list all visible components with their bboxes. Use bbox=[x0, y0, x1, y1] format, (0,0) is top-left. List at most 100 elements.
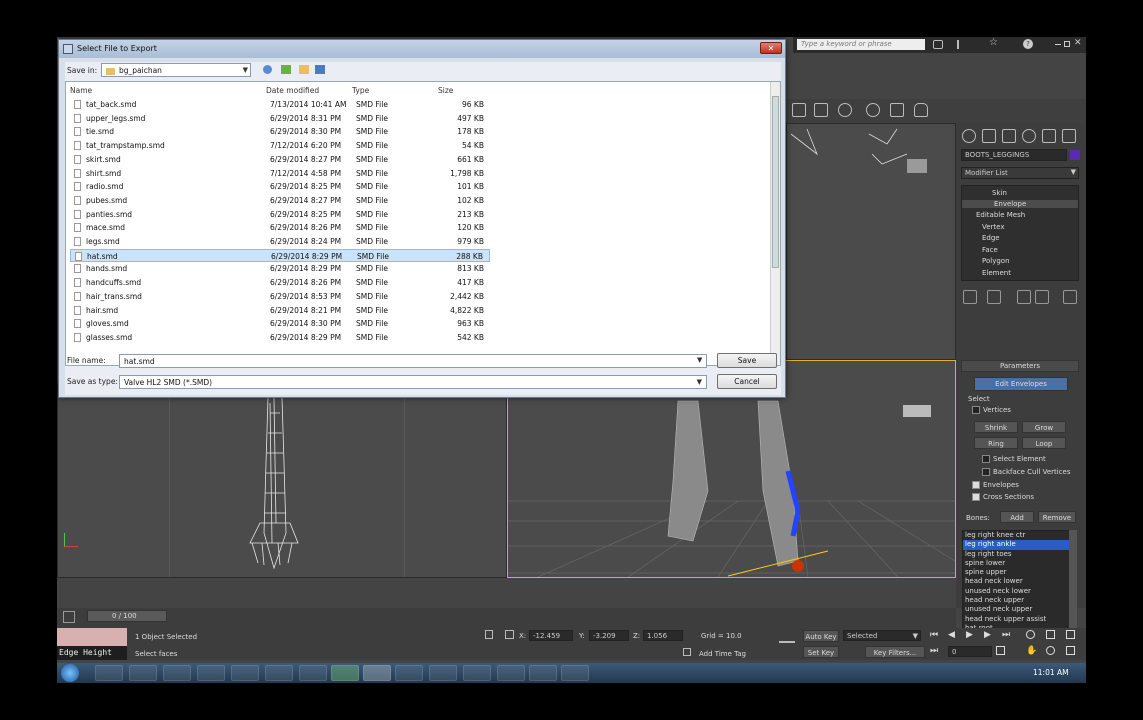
previous-frame-icon[interactable]: ◀ bbox=[948, 630, 955, 640]
tray-icons[interactable] bbox=[943, 668, 1023, 678]
stack-item-edge[interactable]: Edge bbox=[982, 234, 1000, 242]
taskbar-app10-icon[interactable] bbox=[395, 665, 423, 681]
column-header-type[interactable]: Type bbox=[352, 86, 369, 95]
maxscript-input[interactable]: Edge Height bbox=[57, 646, 127, 660]
pan-icon[interactable]: ✋ bbox=[1026, 646, 1037, 656]
bone-list-item[interactable]: spine upper bbox=[963, 568, 1075, 577]
save-as-type-dropdown[interactable]: Valve HL2 SMD (*.SMD) ▼ bbox=[119, 375, 707, 389]
bone-list-item[interactable]: unused neck lower bbox=[963, 587, 1075, 596]
bone-list-item[interactable]: leg right toes bbox=[963, 550, 1075, 559]
absolute-mode-icon[interactable] bbox=[505, 630, 514, 639]
column-header-name[interactable]: Name bbox=[70, 86, 92, 95]
selected-dropdown[interactable]: Selected ▼ bbox=[843, 630, 921, 641]
chevron-down-icon[interactable]: ▼ bbox=[697, 356, 702, 364]
taskbar-app8-icon[interactable] bbox=[331, 665, 359, 681]
file-row[interactable]: tat_back.smd 7/13/2014 10:41 AM SMD File 96… bbox=[70, 98, 490, 112]
column-header-date[interactable]: Date modified bbox=[266, 86, 319, 95]
up-folder-icon[interactable] bbox=[281, 65, 291, 74]
mini-curve-icon[interactable] bbox=[63, 611, 75, 623]
envelopes-checkbox[interactable]: Envelopes bbox=[972, 481, 1019, 489]
modify-tab-icon[interactable] bbox=[982, 129, 996, 143]
set-key-button[interactable]: Set Key bbox=[803, 646, 839, 658]
object-color-swatch[interactable] bbox=[1070, 150, 1080, 160]
viewport-top-right[interactable] bbox=[786, 123, 956, 360]
utilities-tab-icon[interactable] bbox=[1062, 129, 1076, 143]
backface-cull-checkbox[interactable]: Backface Cull Vertices bbox=[982, 468, 1071, 476]
fov-icon[interactable] bbox=[1066, 646, 1075, 655]
stack-item-envelope[interactable]: Envelope bbox=[962, 200, 1078, 208]
binoculars-icon[interactable] bbox=[933, 40, 943, 49]
lock-selection-icon[interactable] bbox=[485, 630, 493, 639]
file-row[interactable]: handcuffs.smd 6/29/2014 8:26 PM SMD File 41… bbox=[70, 276, 490, 290]
time-tag-icon[interactable] bbox=[683, 648, 691, 656]
taskbar-steam-icon[interactable] bbox=[197, 665, 225, 681]
file-row[interactable]: hands.smd 6/29/2014 8:29 PM SMD File 813 KB bbox=[70, 262, 490, 276]
back-icon[interactable] bbox=[263, 65, 272, 74]
render-icon[interactable] bbox=[838, 103, 852, 117]
show-end-result-icon[interactable] bbox=[987, 290, 1001, 304]
stack-item-skin[interactable]: Skin bbox=[992, 189, 1007, 197]
stack-item-vertex[interactable]: Vertex bbox=[982, 223, 1005, 231]
file-row[interactable]: legs.smd 6/29/2014 8:24 PM SMD File 979 KB bbox=[70, 235, 490, 249]
time-config-icon[interactable] bbox=[996, 646, 1005, 655]
file-row[interactable]: radio.smd 6/29/2014 8:25 PM SMD File 101 KB bbox=[70, 180, 490, 194]
taskbar-app14-icon[interactable] bbox=[529, 665, 557, 681]
stack-item-editable-mesh[interactable]: Editable Mesh bbox=[976, 211, 1025, 219]
parameters-rollout[interactable]: Parameters bbox=[961, 360, 1079, 372]
stack-item-element[interactable]: Element bbox=[982, 269, 1011, 277]
render-setup-icon[interactable] bbox=[792, 103, 806, 117]
taskbar-3dsmax-icon[interactable] bbox=[363, 665, 391, 681]
viewport-front[interactable] bbox=[57, 382, 507, 578]
maxscript-listener[interactable] bbox=[57, 628, 127, 646]
taskbar-explorer-icon[interactable] bbox=[129, 665, 157, 681]
list-scrollbar[interactable] bbox=[770, 82, 780, 365]
column-header-size[interactable]: Size bbox=[438, 86, 453, 95]
remove-bone-button[interactable]: Remove bbox=[1038, 511, 1076, 523]
taskbar-chrome-icon[interactable] bbox=[95, 665, 123, 681]
add-bone-button[interactable]: Add bbox=[1000, 511, 1034, 523]
maximize-viewport-icon[interactable] bbox=[1066, 630, 1075, 639]
file-name-input[interactable]: hat.smd bbox=[119, 354, 707, 368]
z-coordinate-field[interactable]: 1.056 bbox=[643, 630, 683, 641]
close-icon[interactable]: ✕ bbox=[1074, 38, 1082, 48]
y-coordinate-field[interactable]: -3.209 bbox=[589, 630, 629, 641]
next-frame-icon[interactable]: ▶ bbox=[984, 630, 991, 640]
dialog-close-button[interactable]: ✕ bbox=[760, 42, 782, 54]
file-row[interactable]: tat_trampstamp.smd 7/12/2014 6:20 PM SMD F… bbox=[70, 139, 490, 153]
save-in-dropdown[interactable]: bg_paichan ▼ bbox=[101, 63, 251, 77]
start-orb-icon[interactable] bbox=[61, 664, 79, 682]
go-to-start-icon[interactable]: ⏮ bbox=[930, 630, 938, 640]
file-row[interactable]: hat.smd 6/29/2014 8:29 PM SMD File 288 KB bbox=[70, 248, 490, 263]
taskbar-app11-icon[interactable] bbox=[429, 665, 457, 681]
bone-list-item[interactable]: head neck upper assist bbox=[963, 615, 1075, 624]
view-menu-icon[interactable] bbox=[315, 65, 325, 74]
cross-sections-checkbox[interactable]: Cross Sections bbox=[972, 493, 1034, 501]
bone-list-item[interactable]: leg right knee ctr bbox=[963, 531, 1075, 540]
rendered-frame-icon[interactable] bbox=[814, 103, 828, 117]
vertices-checkbox[interactable]: Vertices bbox=[972, 406, 1011, 414]
x-coordinate-field[interactable]: -12.459 bbox=[529, 630, 573, 641]
create-tab-icon[interactable] bbox=[962, 129, 976, 143]
bone-list-item[interactable]: leg right ankle bbox=[963, 540, 1075, 550]
timeline[interactable]: 0 / 100 bbox=[57, 608, 956, 628]
remove-modifier-icon[interactable] bbox=[1035, 290, 1049, 304]
select-element-checkbox[interactable]: Select Element bbox=[982, 455, 1046, 463]
taskbar-app13-icon[interactable] bbox=[497, 665, 525, 681]
play-icon[interactable]: ▶ bbox=[966, 630, 973, 640]
configure-sets-icon[interactable] bbox=[1063, 290, 1077, 304]
loop-button[interactable]: Loop bbox=[1022, 437, 1066, 449]
stack-item-face[interactable]: Face bbox=[982, 246, 998, 254]
key-mode-icon[interactable]: ⏭ bbox=[930, 646, 938, 656]
file-list[interactable]: Name Date modified Type Size tat_back.sm… bbox=[65, 81, 781, 366]
bone-list-item[interactable]: spine lower bbox=[963, 559, 1075, 568]
file-row[interactable]: skirt.smd 6/29/2014 8:27 PM SMD File 661 KB bbox=[70, 153, 490, 167]
key-filters-button[interactable]: Key Filters... bbox=[865, 646, 925, 658]
taskbar-app6-icon[interactable] bbox=[265, 665, 293, 681]
file-row[interactable]: mace.smd 6/29/2014 8:26 PM SMD File 120 KB bbox=[70, 221, 490, 235]
motion-tab-icon[interactable] bbox=[1022, 129, 1036, 143]
file-row[interactable]: hair.smd 6/29/2014 8:21 PM SMD File 4,822 K… bbox=[70, 304, 490, 318]
taskbar-media-icon[interactable] bbox=[163, 665, 191, 681]
display-tab-icon[interactable] bbox=[1042, 129, 1056, 143]
scrollbar-thumb[interactable] bbox=[772, 96, 779, 268]
orbit-icon[interactable] bbox=[1046, 646, 1055, 655]
